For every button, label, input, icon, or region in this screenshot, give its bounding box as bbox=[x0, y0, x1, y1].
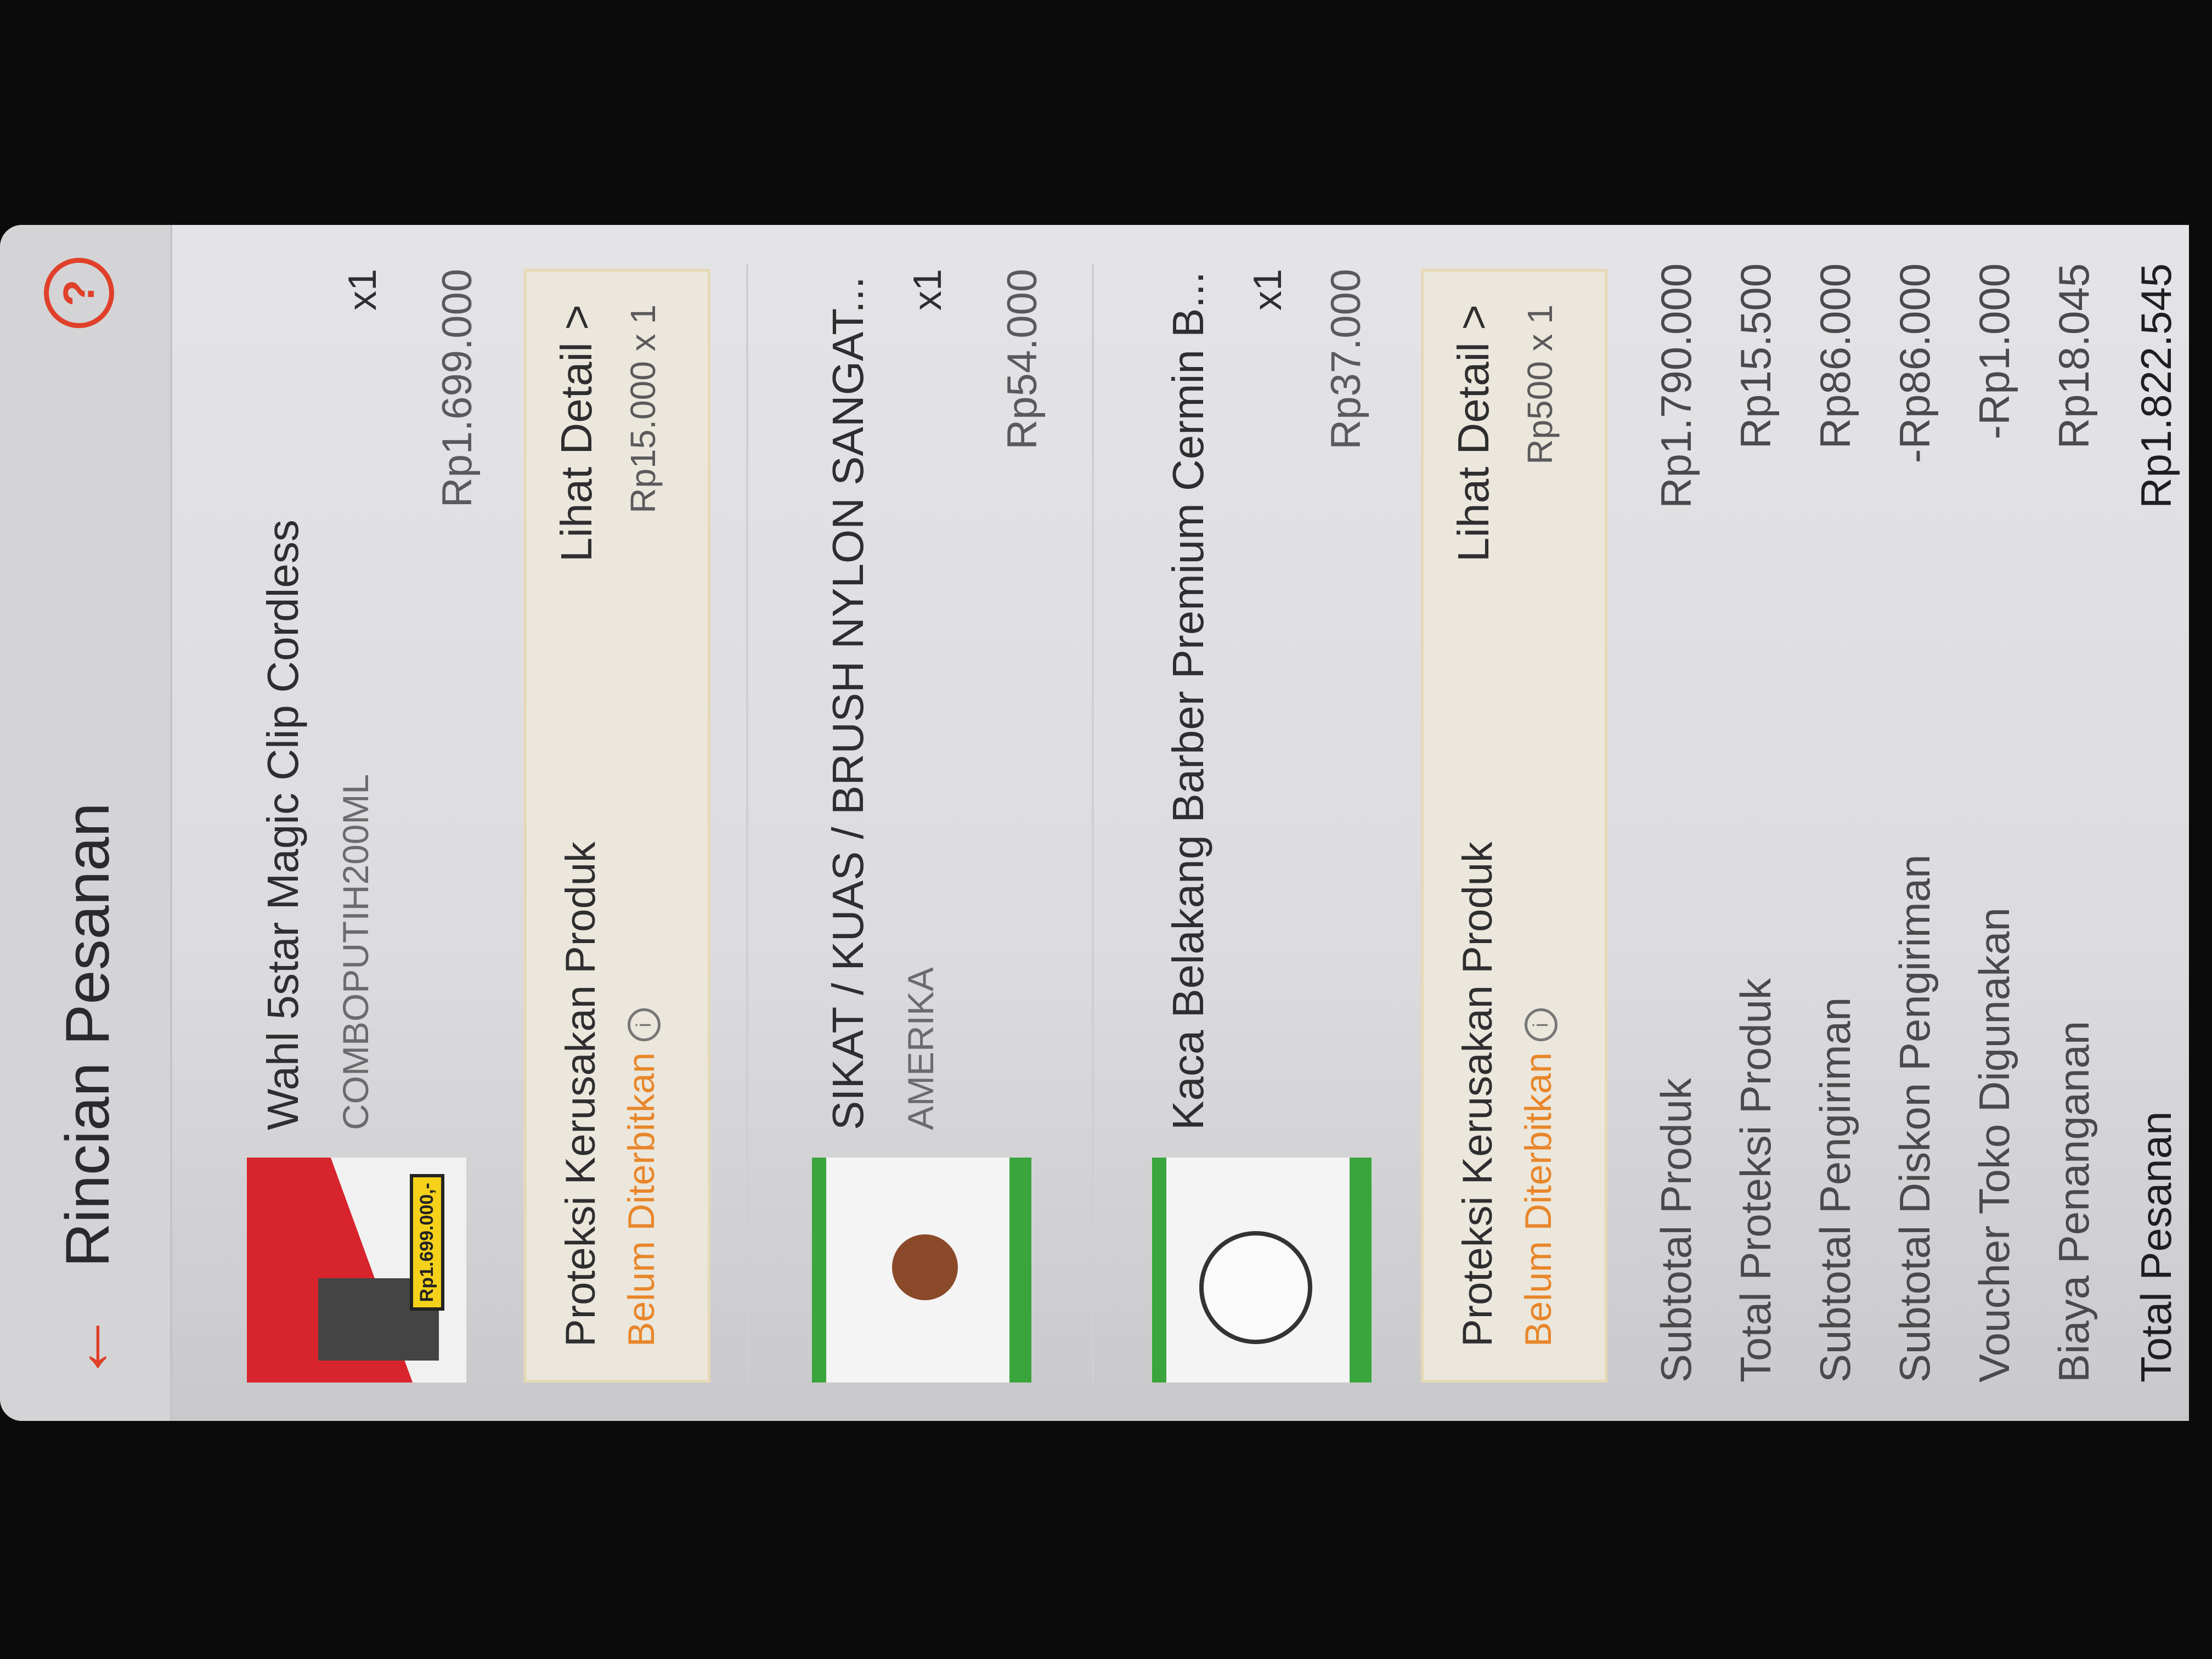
info-icon[interactable]: i bbox=[1525, 1008, 1558, 1042]
summary-label: Total Proteksi Produk bbox=[1731, 978, 1780, 1383]
brush-graphic bbox=[892, 1234, 958, 1300]
protection-status: Belum Diterbitkan i bbox=[1517, 1008, 1560, 1347]
summary-value: Rp1.790.000 bbox=[1652, 263, 1700, 509]
product-name[interactable]: Wahl 5star Magic Clip Cordless bbox=[258, 520, 308, 1130]
protection-title: Proteksi Kerusakan Produk bbox=[1454, 842, 1501, 1347]
summary-row: Biaya Penanganan Rp18.045 bbox=[2049, 263, 2109, 1383]
protection-status: Belum Diterbitkan i bbox=[620, 1008, 663, 1347]
product-price: Rp54.000 bbox=[999, 269, 1046, 450]
product-qty: x1 bbox=[1246, 269, 1290, 311]
divider bbox=[1092, 263, 1094, 1383]
info-icon[interactable]: i bbox=[628, 1008, 661, 1042]
product-image-wahl[interactable]: Rp1.699.000,- bbox=[247, 1158, 466, 1383]
product-qty: x1 bbox=[906, 269, 950, 311]
mirror-graphic bbox=[1199, 1231, 1312, 1344]
protection-status-label: Belum Diterbitkan bbox=[1517, 1052, 1559, 1347]
summary-value: Rp18.045 bbox=[2050, 263, 2098, 449]
product-price: Rp1.699.000 bbox=[434, 269, 481, 508]
back-arrow-icon[interactable]: ← bbox=[45, 1311, 125, 1383]
image-banner: 100% ORIGINAL !!! bbox=[1351, 1201, 1368, 1339]
summary-value: Rp86.000 bbox=[1811, 263, 1859, 449]
image-price-tag: Rp1.699.000,- bbox=[410, 1174, 444, 1311]
summary-row: Total Proteksi Produk Rp15.500 bbox=[1731, 263, 1791, 1383]
divider bbox=[746, 263, 748, 1383]
product-variation: AMERIKA bbox=[900, 967, 941, 1130]
product-price: Rp37.000 bbox=[1323, 269, 1369, 450]
summary-value: -Rp1.000 bbox=[1970, 263, 2018, 439]
total-label: Total Pesanan bbox=[2132, 1111, 2180, 1383]
summary-row: Subtotal Diskon Pengiriman -Rp86.000 bbox=[1890, 263, 1950, 1383]
product-qty: x1 bbox=[341, 269, 385, 311]
protection-box: Proteksi Kerusakan Produk Belum Diterbit… bbox=[1421, 269, 1607, 1383]
product-name[interactable]: Kaca Belakang Barber Premium Cermin B... bbox=[1163, 272, 1214, 1130]
summary-label: Voucher Toko Digunakan bbox=[1970, 907, 2018, 1383]
summary-row: Subtotal Produk Rp1.790.000 bbox=[1651, 263, 1712, 1383]
summary-value: -Rp86.000 bbox=[1891, 263, 1939, 464]
total-value: Rp1.822.545 bbox=[2132, 263, 2180, 509]
protection-status-label: Belum Diterbitkan bbox=[620, 1052, 662, 1347]
summary-row: Subtotal Pengiriman Rp86.000 bbox=[1810, 263, 1871, 1383]
order-detail-screen: ← Rincian Pesanan ? Rp1.699.000,- Wahl 5… bbox=[0, 225, 2189, 1421]
header: ← Rincian Pesanan ? bbox=[0, 225, 172, 1421]
summary-row: Voucher Toko Digunakan -Rp1.000 bbox=[1970, 263, 2030, 1383]
protection-box: Proteksi Kerusakan Produk Belum Diterbit… bbox=[524, 269, 710, 1383]
protection-title: Proteksi Kerusakan Produk bbox=[557, 842, 604, 1347]
page-title: Rincian Pesanan bbox=[53, 803, 122, 1267]
protection-price: Rp500 x 1 bbox=[1520, 304, 1560, 465]
view-detail-link[interactable]: Lihat Detail > bbox=[551, 304, 602, 562]
product-image-brush[interactable]: 100% ORIGINAL !!! bbox=[812, 1158, 1031, 1383]
image-banner: 100% ORIGINAL !!! bbox=[1011, 1201, 1028, 1339]
summary-value: Rp15.500 bbox=[1731, 263, 1780, 449]
product-variation: COMBOPUTIH200ML bbox=[335, 774, 376, 1130]
summary-label: Subtotal Diskon Pengiriman bbox=[1891, 854, 1939, 1383]
total-row: Total Pesanan Rp1.822.545 bbox=[2131, 263, 2189, 1383]
help-icon[interactable]: ? bbox=[44, 258, 114, 328]
product-image-mirror[interactable]: 100% ORIGINAL !!! bbox=[1152, 1158, 1372, 1383]
summary-label: Subtotal Pengiriman bbox=[1811, 997, 1859, 1383]
protection-price: Rp15.000 x 1 bbox=[623, 304, 663, 514]
view-detail-link[interactable]: Lihat Detail > bbox=[1448, 304, 1499, 562]
summary-label: Biaya Penanganan bbox=[2050, 1020, 2098, 1383]
product-name[interactable]: SIKAT / KUAS / BRUSH NYLON SANGAT... bbox=[823, 276, 873, 1130]
summary-label: Subtotal Produk bbox=[1652, 1077, 1700, 1383]
